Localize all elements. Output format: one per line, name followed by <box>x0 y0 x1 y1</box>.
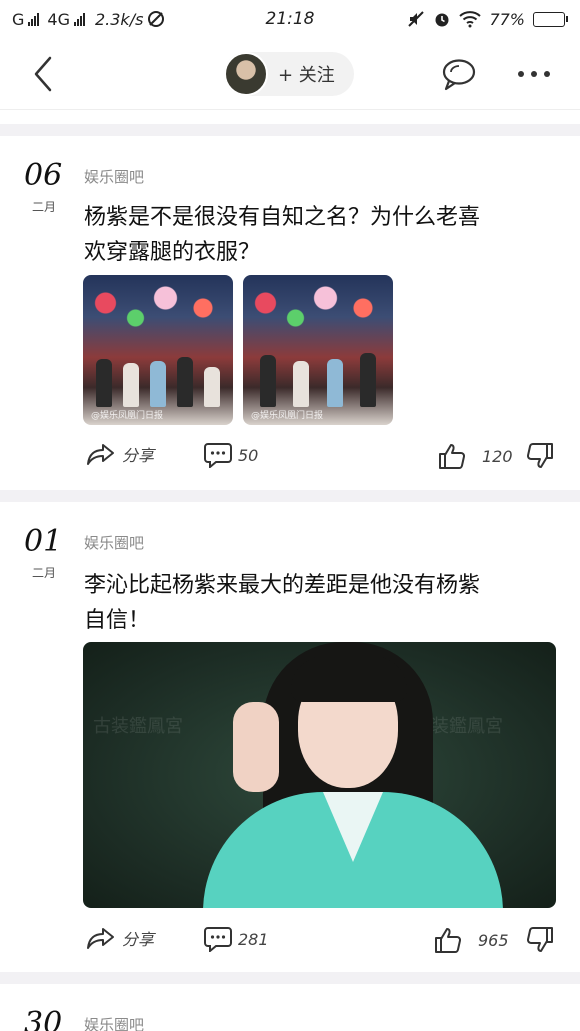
post-forum-name[interactable]: 娱乐圈吧 <box>84 166 144 187</box>
sync-off-icon <box>147 10 165 28</box>
top-nav-bar: + 关注 <box>0 38 580 110</box>
post-title-line: 杨紫是不是很没有自知之名？为什么老喜 <box>84 205 481 230</box>
post-title-line: 自信！ <box>84 608 151 633</box>
post-forum-name[interactable]: 娱乐圈吧 <box>84 532 144 553</box>
post-item[interactable]: 01 二月 娱乐圈吧 李沁比起杨紫来最大的差距是他没有杨紫 自信！ 古装鑑鳳宮 … <box>0 502 580 972</box>
follow-label: + 关注 <box>278 65 335 86</box>
share-label: 分享 <box>122 930 155 949</box>
more-dots-icon <box>518 71 550 77</box>
post-image[interactable]: @娱乐凤凰门日报 <box>83 275 233 425</box>
post-date-day: 30 <box>24 1006 63 1031</box>
image-watermark: @娱乐凤凰门日报 <box>91 411 164 421</box>
post-title-line: 李沁比起杨紫来最大的差距是他没有杨紫 <box>84 573 481 598</box>
comment-count: 50 <box>238 445 259 465</box>
section-divider <box>0 972 580 984</box>
post-title-line: 欢穿露腿的衣服？ <box>84 240 261 265</box>
thumbs-down-icon <box>527 443 553 468</box>
dislike-button[interactable] <box>526 442 554 470</box>
avatar[interactable] <box>224 52 268 96</box>
post-actions: 分享 50 120 <box>0 442 580 482</box>
share-icon <box>87 928 114 949</box>
dislike-button[interactable] <box>526 926 554 954</box>
thumbs-up-icon <box>439 444 465 469</box>
post-date-day: 06 <box>24 158 63 193</box>
battery-icon <box>533 11 568 27</box>
comment-button[interactable]: 50 <box>204 442 258 468</box>
post-date-month: 二月 <box>32 200 57 214</box>
comment-icon <box>204 443 232 468</box>
share-icon <box>87 444 114 465</box>
network-speed: 2.3k/s <box>94 9 144 29</box>
chat-button[interactable] <box>440 56 478 92</box>
comment-count: 281 <box>238 929 269 949</box>
more-button[interactable] <box>512 58 556 90</box>
signal-icon-2 <box>73 12 85 26</box>
chat-bubble-icon <box>442 59 476 91</box>
status-right: 77% <box>407 10 568 29</box>
back-button[interactable] <box>26 56 60 92</box>
share-button[interactable]: 分享 <box>86 442 154 466</box>
post-date-day: 01 <box>24 524 63 559</box>
back-arrow-icon <box>34 56 52 92</box>
like-button[interactable]: 120 <box>438 442 513 470</box>
signal-icon <box>28 12 40 26</box>
post-title[interactable]: 李沁比起杨紫来最大的差距是他没有杨紫 自信！ <box>84 568 554 638</box>
like-count: 965 <box>478 930 509 950</box>
battery-percent: 77% <box>489 9 525 29</box>
image-watermark: @娱乐凤凰门日报 <box>251 411 324 421</box>
mute-icon <box>407 10 425 28</box>
follow-button[interactable]: + 关注 <box>224 52 354 96</box>
post-title[interactable]: 杨紫是不是很没有自知之名？为什么老喜 欢穿露腿的衣服？ <box>84 200 554 270</box>
alarm-icon <box>433 10 451 28</box>
section-divider <box>0 124 580 136</box>
post-item[interactable]: 06 二月 娱乐圈吧 杨紫是不是很没有自知之名？为什么老喜 欢穿露腿的衣服？ @… <box>0 136 580 490</box>
like-button[interactable]: 965 <box>434 926 509 954</box>
like-count: 120 <box>482 446 513 466</box>
share-button[interactable]: 分享 <box>86 926 154 950</box>
status-left: G 4G 2.3k/s <box>12 10 165 29</box>
post-image-grid: @娱乐凤凰门日报 @娱乐凤凰门日报 <box>83 275 393 425</box>
wifi-icon <box>459 10 482 28</box>
carrier-label: G <box>12 9 25 29</box>
network-type: 4G <box>47 9 70 29</box>
post-image[interactable]: @娱乐凤凰门日报 <box>243 275 393 425</box>
status-bar: G 4G 2.3k/s 21:18 77% <box>0 0 580 38</box>
post-actions: 分享 281 965 <box>0 926 580 966</box>
post-item[interactable]: 30 娱乐圈吧 <box>0 984 580 1031</box>
thumbs-down-icon <box>527 927 553 952</box>
post-date-month: 二月 <box>32 566 57 580</box>
comment-icon <box>204 927 232 952</box>
post-forum-name[interactable]: 娱乐圈吧 <box>84 1014 144 1031</box>
image-watermark: 古装鑑鳳宮 <box>93 716 183 737</box>
thumbs-up-icon <box>435 928 461 953</box>
comment-button[interactable]: 281 <box>204 926 269 952</box>
section-divider <box>0 490 580 502</box>
post-image[interactable]: 古装鑑鳳宮 古装鑑鳳宮 <box>83 642 556 908</box>
share-label: 分享 <box>122 446 155 465</box>
